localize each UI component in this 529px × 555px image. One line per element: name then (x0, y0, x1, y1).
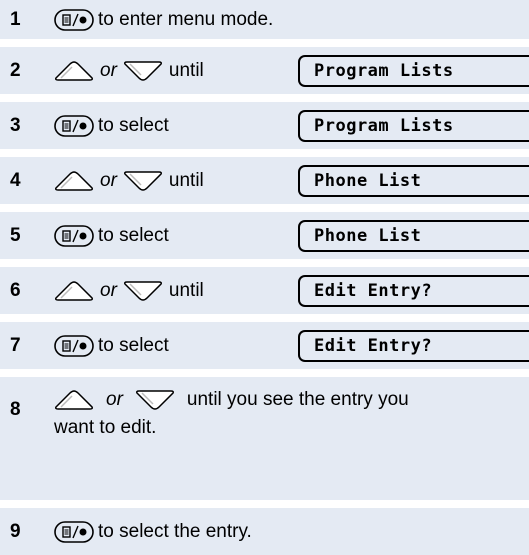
step-text: to select (98, 114, 169, 136)
lcd-display: Phone List (298, 219, 529, 252)
menu-select-button-icon (54, 8, 94, 31)
lcd-display: Edit Entry? (298, 274, 529, 307)
step-row-6: 6 or until Edit Entry? (0, 267, 529, 314)
up-arrow-key-icon (54, 170, 94, 192)
step-text: to select (98, 334, 169, 356)
menu-select-button-icon (54, 224, 94, 247)
step-row-5: 5 to select Phone List (0, 212, 529, 259)
down-arrow-key-icon (135, 389, 175, 411)
step-text: to select (98, 224, 169, 246)
step-text: until (168, 279, 204, 301)
step-number: 9 (10, 520, 21, 542)
step-number: 4 (10, 169, 21, 191)
or-label: or (100, 59, 117, 81)
step-number: 5 (10, 224, 21, 246)
step-number: 3 (10, 114, 21, 136)
or-label: or (100, 169, 117, 191)
or-label: or (106, 389, 123, 410)
step-row-7: 7 to select Edit Entry? (0, 322, 529, 369)
step-row-1: 1 to enter menu mode. (0, 0, 529, 39)
step-text: to enter menu mode. (98, 8, 274, 30)
lcd-display: Phone List (298, 164, 529, 197)
lcd-display: Program Lists (298, 109, 529, 142)
step-text-line1: until you see the entry you (186, 389, 409, 410)
menu-select-button-icon (54, 114, 94, 137)
step-number: 1 (10, 8, 21, 30)
down-arrow-key-icon (123, 170, 163, 192)
step-number: 8 (10, 399, 21, 420)
menu-select-button-icon (54, 520, 94, 543)
step-text-line2: want to edit. (54, 417, 157, 438)
step-number: 7 (10, 334, 21, 356)
up-arrow-key-icon (54, 389, 94, 411)
step-row-9: 9 to select the entry. (0, 508, 529, 555)
step-text: until (168, 59, 204, 81)
step-text: until (168, 169, 204, 191)
instruction-steps: 1 to enter menu mode. 2 or until Program… (0, 0, 529, 555)
menu-select-button-icon (54, 334, 94, 357)
down-arrow-key-icon (123, 280, 163, 302)
step-row-8: 8 or until you see the entry you want to… (0, 377, 529, 500)
up-arrow-key-icon (54, 280, 94, 302)
step-text: to select the entry. (98, 520, 252, 542)
step-row-3: 3 to select Program Lists (0, 102, 529, 149)
step-number: 6 (10, 279, 21, 301)
up-arrow-key-icon (54, 60, 94, 82)
down-arrow-key-icon (123, 60, 163, 82)
step-number: 2 (10, 59, 21, 81)
or-label: or (100, 279, 117, 301)
lcd-display: Edit Entry? (298, 329, 529, 362)
step-row-4: 4 or until Phone List (0, 157, 529, 204)
lcd-display: Program Lists (298, 54, 529, 87)
step-row-2: 2 or until Program Lists (0, 47, 529, 94)
